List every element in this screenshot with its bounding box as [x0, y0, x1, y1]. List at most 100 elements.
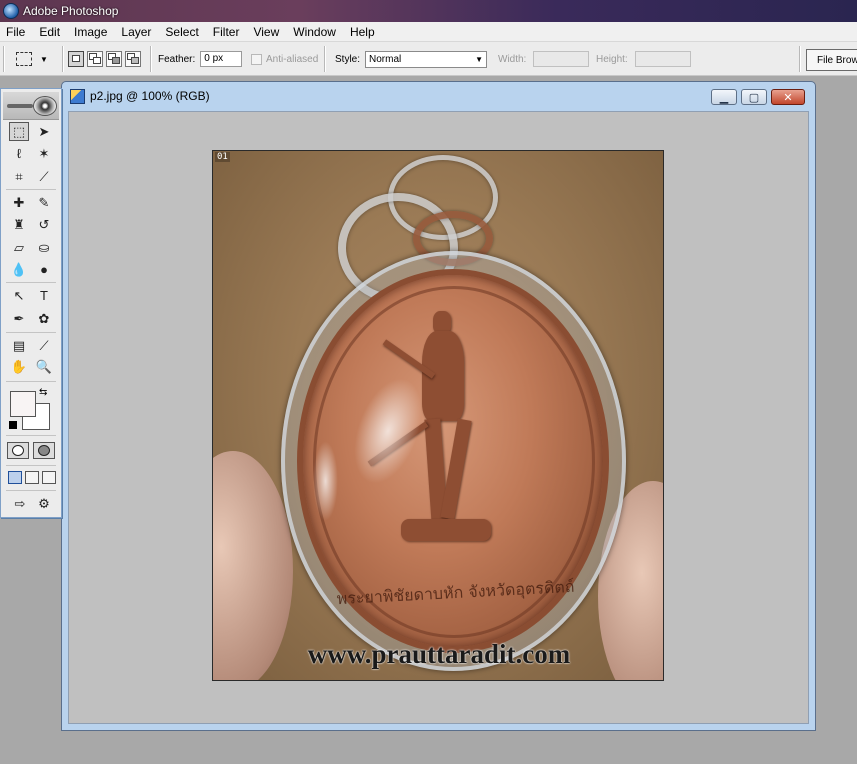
toolbox-divider [6, 435, 56, 436]
path-selection-icon: ↖ [13, 288, 25, 303]
blur-icon: 💧 [10, 262, 28, 277]
foreground-color-swatch[interactable] [10, 391, 36, 417]
document-title: p2.jpg @ 100% (RGB) [90, 89, 210, 103]
lasso-icon: ℓ [16, 146, 22, 161]
standard-mode-button[interactable] [7, 442, 29, 459]
menu-window[interactable]: Window [286, 22, 343, 42]
subtract-from-selection-button[interactable] [106, 51, 122, 67]
quick-mask-icon [38, 445, 50, 456]
magic-wand-tool[interactable]: ✶ [34, 144, 54, 163]
crop-tool[interactable]: ⌗ [9, 167, 29, 186]
blur-tool[interactable]: 💧 [9, 260, 29, 279]
default-colors-icon[interactable] [9, 421, 17, 429]
options-grip[interactable] [3, 46, 5, 72]
imageready-icon[interactable]: ⚙ [34, 494, 54, 513]
file-browser-tab[interactable]: File Brow [806, 49, 857, 71]
add-to-selection-button[interactable] [87, 51, 103, 67]
feather-group: Feather: 0 px [158, 51, 243, 67]
width-input[interactable] [533, 51, 590, 67]
document-image[interactable]: 01 พระยาพิชัยดาบหัก จังหวัดอุตรดิตถ์ www… [212, 150, 664, 681]
paint-bucket-tool[interactable]: ⛀ [34, 238, 54, 257]
height-label: Height: [596, 53, 628, 65]
jump-to-imageready-button[interactable]: ⇨ [8, 494, 32, 513]
close-button[interactable]: ✕ [771, 89, 805, 105]
options-bar: ▼ Feather: 0 px Anti-aliased Style: Norm… [0, 42, 857, 76]
history-brush-tool[interactable]: ↺ [34, 215, 54, 234]
type-tool[interactable]: T [34, 286, 54, 305]
close-icon: ✕ [783, 91, 793, 104]
brush-icon: ✎ [38, 195, 50, 210]
menu-select[interactable]: Select [158, 22, 205, 42]
slice-tool[interactable]: ⟋ [34, 167, 54, 186]
notes-tool[interactable]: ▤ [9, 336, 29, 355]
swap-colors-icon[interactable]: ⇆ [39, 387, 47, 398]
full-screen-mode-button[interactable] [42, 471, 56, 484]
anti-aliased-checkbox[interactable] [251, 53, 262, 65]
marquee-tool[interactable]: ⬚ [9, 122, 29, 141]
minimize-button[interactable]: ▁ [711, 89, 737, 105]
feather-label: Feather: [158, 53, 196, 65]
tool-preset-picker[interactable]: ▼ [16, 49, 56, 69]
standard-screen-mode-button[interactable] [8, 471, 22, 484]
hand-tool[interactable]: ✋ [9, 357, 29, 376]
maximize-button[interactable]: ▢ [741, 89, 767, 105]
menu-view[interactable]: View [246, 22, 286, 42]
toolbox-divider [6, 381, 56, 382]
zoom-tool[interactable]: 🔍 [34, 357, 54, 376]
tools-palette: ⬚ ➤ ℓ ✶ ⌗ ⟋ ✚ ✎ ♜ ↺ ▱ ⛀ 💧 ● ↖ T ✒ ✿ ▤ ⟋ ✋ 🔍 ⇆ ⇨ ⚙ [0, 88, 62, 518]
options-divider [799, 46, 801, 72]
menu-filter[interactable]: Filter [206, 22, 247, 42]
eyedropper-tool[interactable]: ⟋ [34, 336, 54, 355]
style-group: Style: Normal ▼ [335, 50, 488, 68]
magic-wand-icon: ✶ [38, 146, 50, 161]
toolbox-divider [6, 332, 56, 333]
eraser-icon: ▱ [14, 240, 24, 255]
lasso-tool[interactable]: ℓ [9, 144, 29, 163]
clone-stamp-tool[interactable]: ♜ [9, 215, 29, 234]
photoshop-logo[interactable] [3, 92, 59, 120]
menu-file[interactable]: File [0, 22, 32, 42]
standard-mode-icon [12, 445, 24, 456]
image-badge: 01 [215, 152, 230, 162]
dodge-icon: ● [40, 262, 48, 277]
feather-icon [7, 104, 33, 108]
menu-help[interactable]: Help [343, 22, 382, 42]
toolbox-divider [6, 465, 56, 466]
style-select[interactable]: Normal ▼ [365, 50, 488, 68]
menu-bar: File Edit Image Layer Select Filter View… [0, 22, 857, 42]
move-tool[interactable]: ➤ [34, 122, 54, 141]
menu-image[interactable]: Image [67, 22, 114, 42]
toolbox-divider [6, 490, 56, 491]
height-input[interactable] [634, 51, 691, 67]
new-selection-button[interactable] [68, 51, 84, 67]
healing-brush-tool[interactable]: ✚ [9, 193, 29, 212]
crop-icon: ⌗ [15, 169, 23, 184]
document-title-bar[interactable]: p2.jpg @ 100% (RGB) [62, 82, 815, 110]
quick-mask-mode-button[interactable] [33, 442, 55, 459]
app-title: Adobe Photoshop [23, 4, 119, 18]
selection-mode-group [68, 51, 144, 67]
pen-icon: ✒ [13, 311, 25, 326]
menu-layer[interactable]: Layer [114, 22, 158, 42]
options-divider [324, 46, 326, 72]
photoshop-app-icon[interactable] [3, 3, 19, 19]
move-icon: ➤ [38, 124, 50, 139]
paint-bucket-icon: ⛀ [38, 240, 50, 255]
figure-head-image [433, 311, 451, 333]
height-group: Height: [596, 51, 691, 67]
pen-tool[interactable]: ✒ [9, 309, 29, 328]
healing-brush-icon: ✚ [13, 195, 25, 210]
dodge-tool[interactable]: ● [34, 260, 54, 279]
app-title-bar: Adobe Photoshop [0, 0, 857, 22]
path-selection-tool[interactable]: ↖ [9, 286, 29, 305]
full-screen-menu-mode-button[interactable] [25, 471, 39, 484]
custom-shape-tool[interactable]: ✿ [34, 309, 54, 328]
brush-tool[interactable]: ✎ [34, 193, 54, 212]
intersect-selection-button[interactable] [125, 51, 141, 67]
chevron-down-icon: ▼ [475, 54, 484, 64]
eraser-tool[interactable]: ▱ [9, 238, 29, 257]
feather-input[interactable]: 0 px [200, 51, 243, 67]
menu-edit[interactable]: Edit [32, 22, 67, 42]
zoom-icon: 🔍 [35, 359, 53, 374]
style-select-value: Normal [369, 53, 402, 65]
